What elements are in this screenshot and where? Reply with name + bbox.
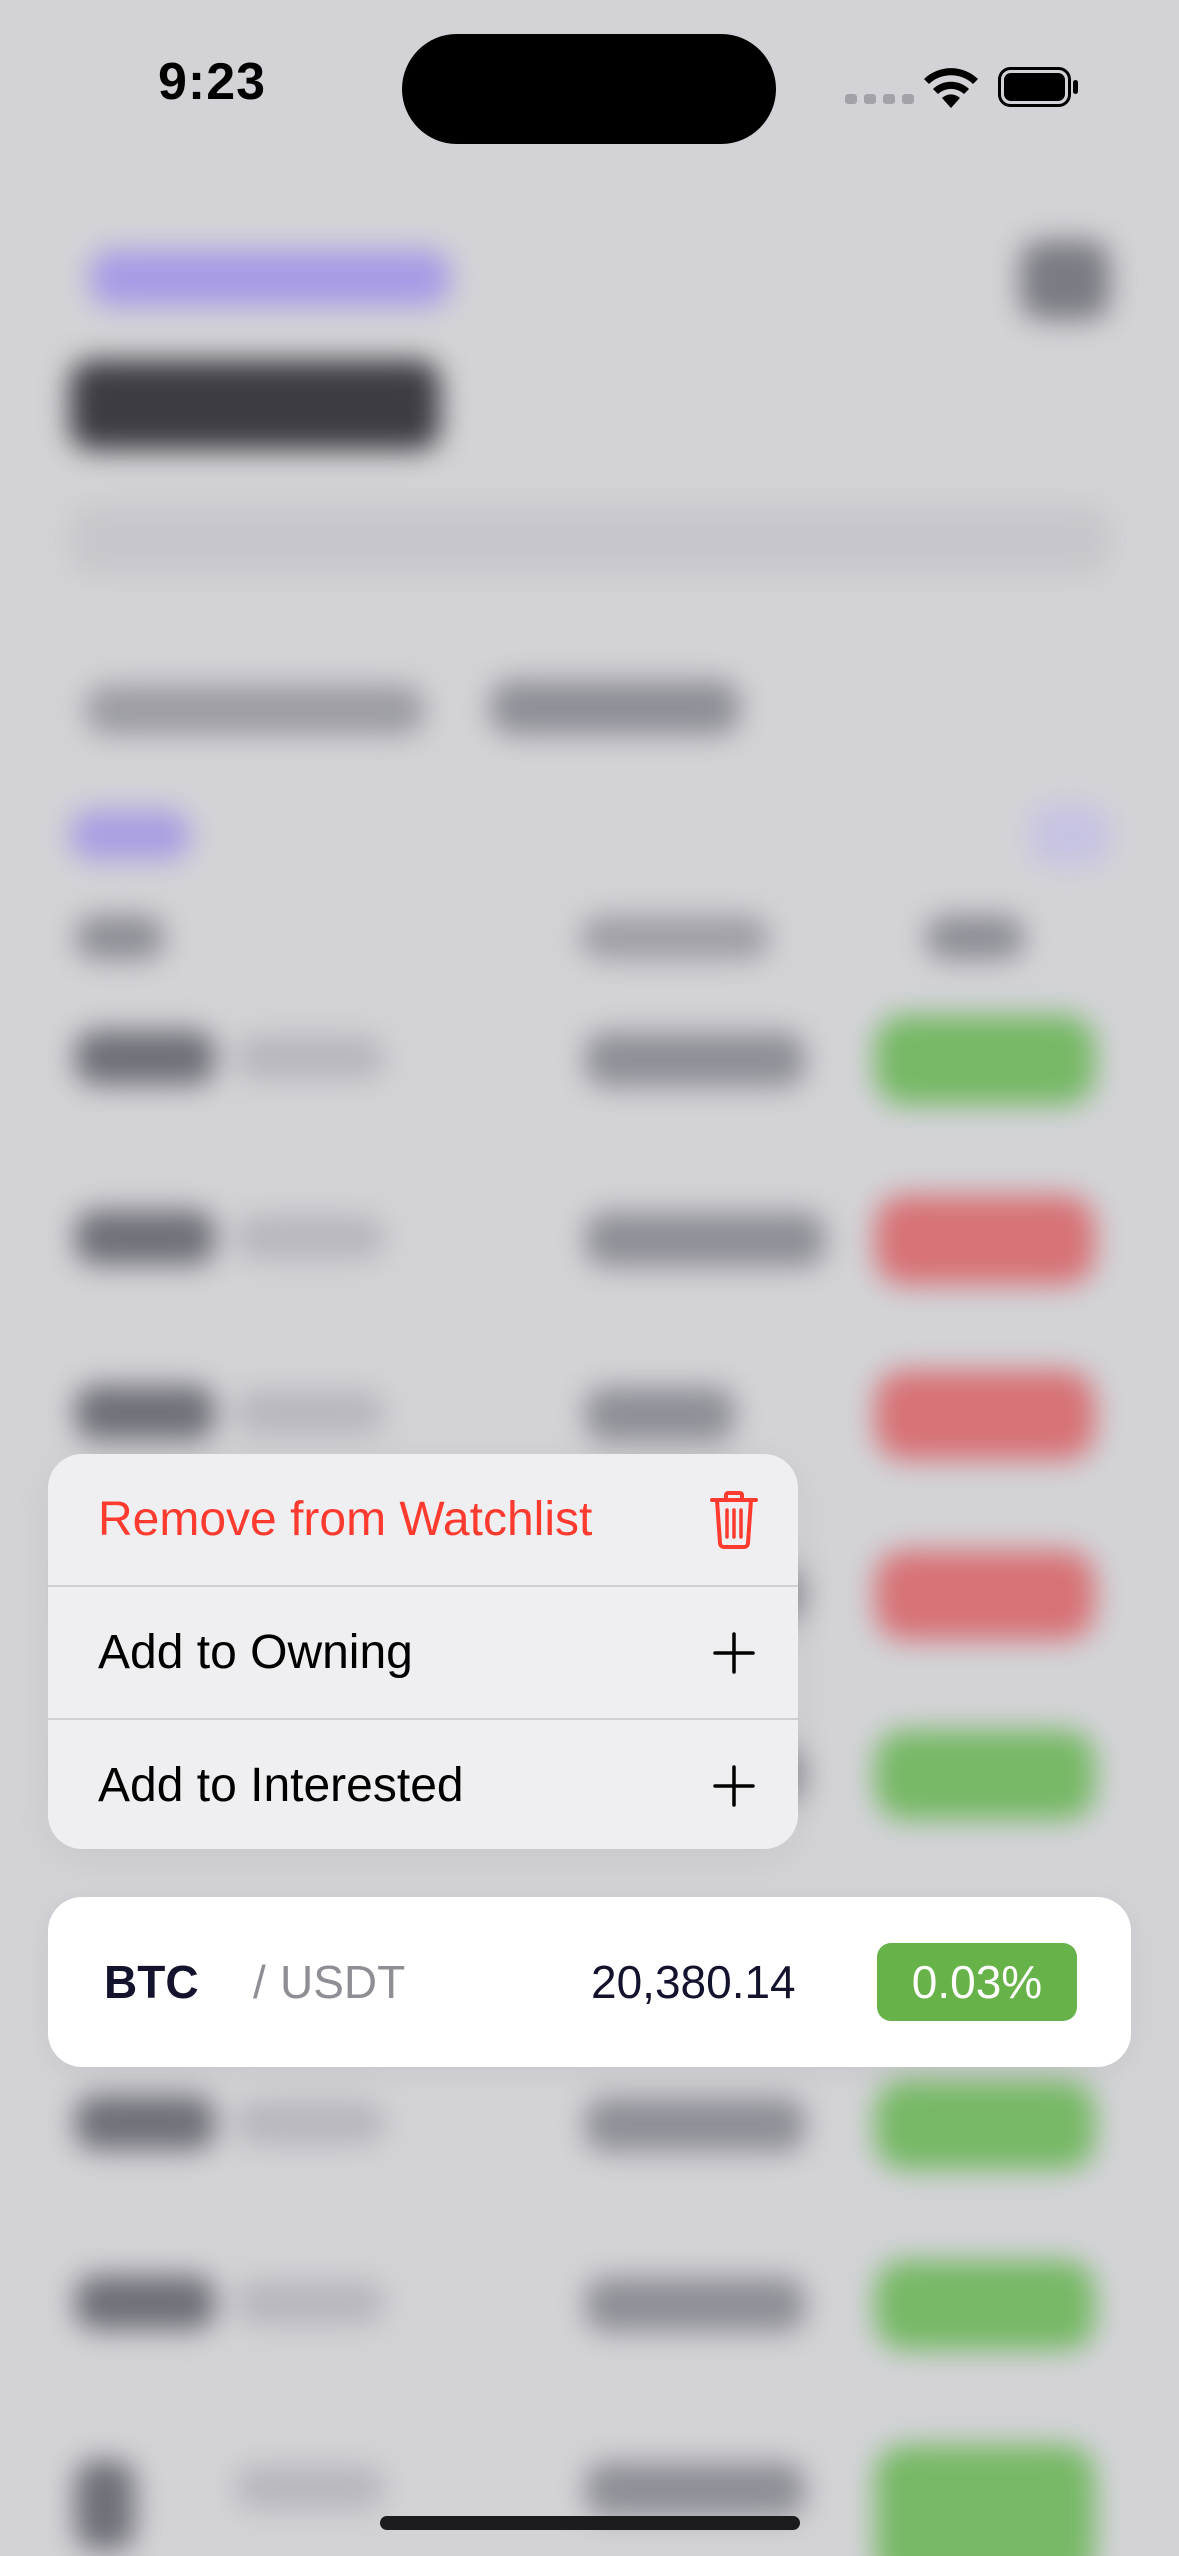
selected-market-row[interactable]: BTC / USDT 20,380.14 0.03% [48, 1897, 1131, 2067]
context-menu: Remove from Watchlist Add to Owning Add [48, 1454, 798, 1849]
add-to-owning-button[interactable]: Add to Owning [48, 1587, 798, 1718]
home-indicator[interactable] [380, 2516, 800, 2530]
dynamic-island [402, 34, 776, 144]
plus-icon [708, 1756, 760, 1816]
add-to-interested-button[interactable]: Add to Interested [48, 1720, 798, 1849]
cellular-signal-icon [845, 94, 914, 104]
trash-icon [708, 1490, 760, 1550]
last-price: 20,380.14 [591, 1956, 796, 2008]
battery-icon [998, 67, 1078, 107]
blurred-filter-icon [1030, 805, 1110, 865]
blurred-tab [70, 810, 190, 860]
blurred-list-row [0, 2255, 1179, 2355]
blurred-summary-value [490, 680, 740, 735]
menu-item-label: Remove from Watchlist [98, 1493, 593, 1546]
blurred-search-field [70, 505, 1110, 575]
menu-item-label: Add to Owning [98, 1626, 413, 1679]
screen: 9:23 Remove from Watchlist Add to Owning… [0, 0, 1179, 2556]
blurred-column-header [75, 915, 165, 960]
blurred-list-row [0, 2075, 1179, 2175]
blurred-summary-label [85, 685, 425, 735]
blurred-column-header [925, 915, 1025, 960]
status-bar-time: 9:23 [158, 53, 267, 111]
blurred-market-list-background [0, 0, 1179, 2556]
blurred-list-row [0, 1010, 1179, 1110]
quote-asset-symbol: USDT [280, 1956, 406, 2008]
blurred-list-row [0, 1190, 1179, 1290]
base-asset-symbol: BTC [104, 1956, 199, 2008]
blurred-header-tag [90, 250, 450, 306]
pair-separator: / [253, 1956, 266, 2008]
wifi-icon [924, 68, 978, 108]
blurred-page-title [70, 360, 440, 450]
price-change-badge: 0.03% [877, 1943, 1077, 2021]
menu-item-label: Add to Interested [98, 1759, 464, 1812]
blurred-list-row [0, 1365, 1179, 1465]
plus-icon [708, 1623, 760, 1683]
blurred-column-header [580, 915, 770, 960]
remove-from-watchlist-button[interactable]: Remove from Watchlist [48, 1454, 798, 1585]
blurred-settings-icon [1020, 240, 1110, 320]
